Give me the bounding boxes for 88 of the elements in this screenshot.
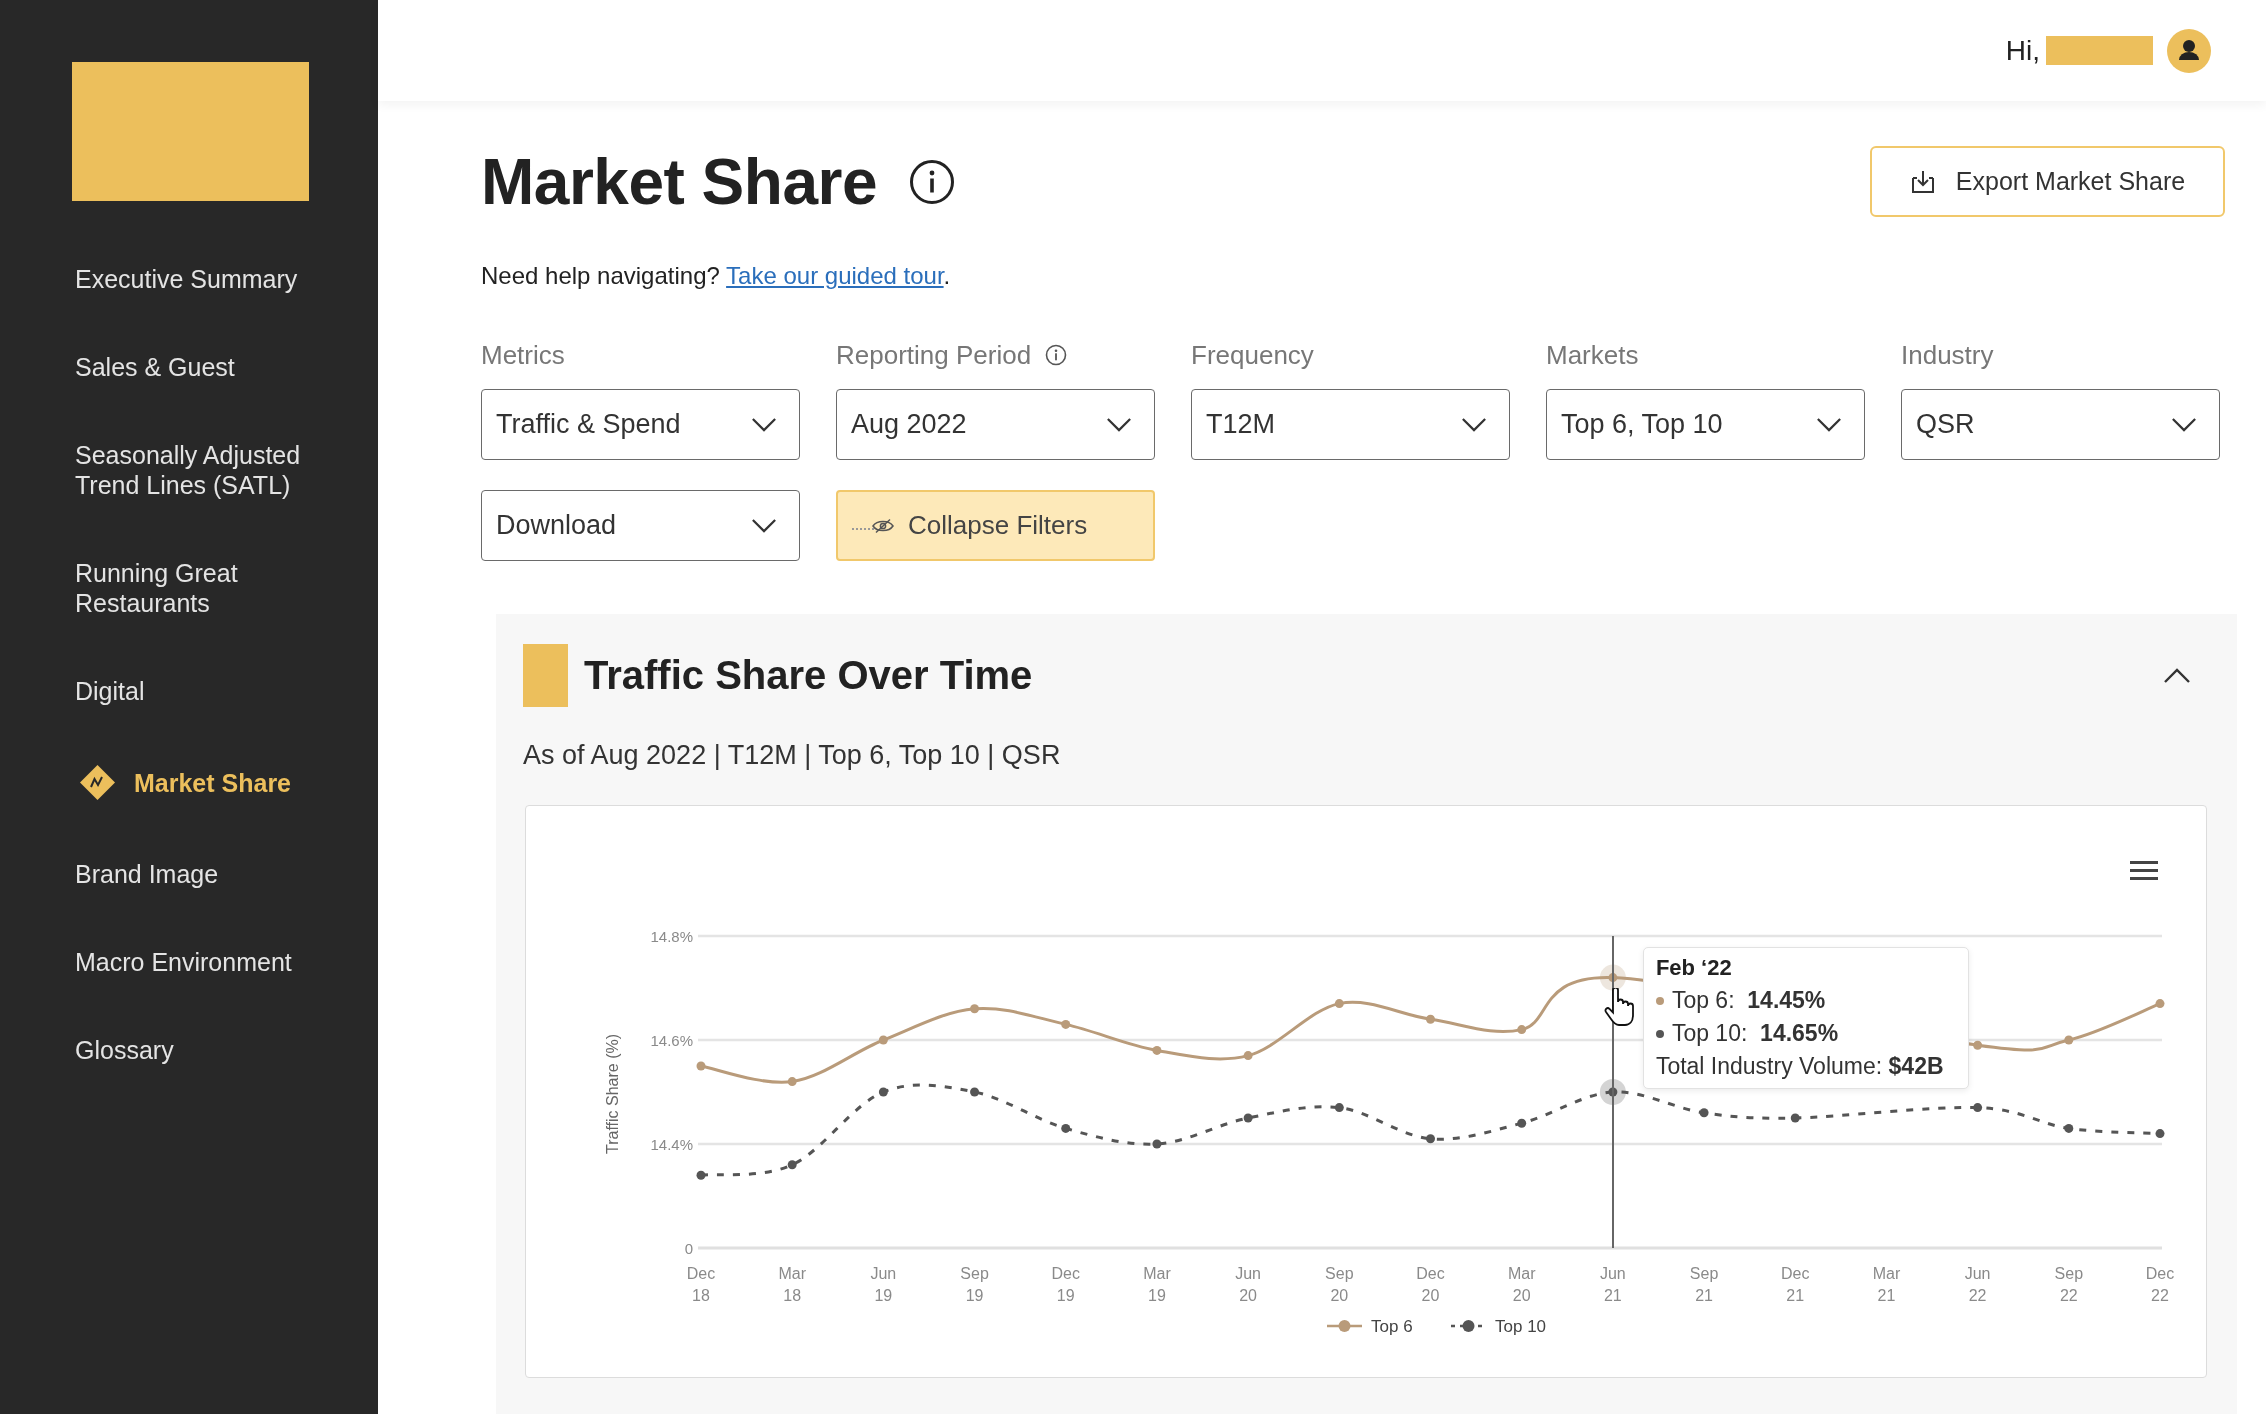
axis-tick-label: 14.6% [650,1031,693,1049]
hand-cursor-icon [1603,988,1635,1027]
axis-tick-label: Jun 21 [1600,1265,1626,1304]
tooltip-value: Top 6: 14.45% [1671,986,1826,1015]
axis-tick-label: Mar 19 [1143,1265,1171,1304]
axis-tick-label: Sep 19 [960,1265,989,1304]
axis-tick-label: Dec 20 [1416,1265,1445,1304]
data-point[interactable] [1243,1113,1253,1123]
axis-tick-label: Sep 20 [1325,1265,1354,1304]
data-point[interactable] [787,1160,797,1170]
diamond-chart-icon [79,764,116,801]
data-point[interactable] [1517,1118,1527,1128]
card-title: Traffic Share Over Time [584,653,1033,698]
nav-item[interactable]: Executive Summary [75,264,298,294]
nav-item[interactable]: Brand Image [75,859,219,889]
info-icon[interactable] [1045,344,1068,366]
accent-marker-icon [523,644,568,707]
chevron-down-icon [751,518,777,533]
menu-icon[interactable] [2130,861,2158,880]
legend-marker-icon [1327,1320,1362,1332]
dropdown[interactable]: QSR [1901,389,2220,460]
data-point[interactable] [1973,1103,1983,1113]
filter-label: Industry [1901,339,1994,371]
axis-tick-label: Dec 19 [1051,1265,1080,1304]
data-point[interactable] [1152,1139,1162,1149]
greeting-text: Hi, [2005,34,2040,67]
axis-tick-label: Dec 21 [1781,1265,1810,1304]
collapse-filters-button[interactable]: Collapse Filters [836,490,1155,561]
dropdown[interactable]: T12M [1191,389,1510,460]
guided-tour-link[interactable]: Take our guided tour [726,262,944,289]
data-point[interactable] [1426,1134,1435,1144]
data-point[interactable] [2155,1129,2165,1139]
download-icon [1909,168,1936,195]
nav-item[interactable]: Seasonally Adjusted Trend Lines (SATL) [75,440,337,500]
help-text: Need help navigating? Take our guided tour. [481,261,951,291]
axis-tick-label: Mar 21 [1872,1265,1901,1304]
nav-item[interactable]: Glossary [75,1035,174,1065]
axis-tick-label: 14.8% [650,927,693,945]
axis-break-label: 0 [684,1239,693,1257]
data-point[interactable] [878,1087,888,1097]
chevron-down-icon [1106,417,1132,432]
chevron-up-icon[interactable] [2163,667,2191,684]
nav-item[interactable]: Digital [75,676,145,706]
chevron-down-icon [1461,417,1487,432]
filter-label: Frequency [1191,339,1314,371]
dropdown[interactable]: Aug 2022 [836,389,1155,460]
axis-tick-label: Sep 22 [2054,1265,2084,1304]
nav-item[interactable]: Running Great Restaurants [75,558,337,618]
axis-tick-label: Jun 20 [1235,1265,1261,1304]
axis-tick-label: Mar 18 [778,1265,806,1304]
data-point[interactable] [1699,1108,1709,1118]
tooltip-value: Top 10: 14.65% [1671,1019,1839,1048]
card-subtitle: As of Aug 2022 | T12M | Top 6, Top 10 | QSR [523,739,1061,772]
data-point[interactable] [1061,1123,1071,1133]
nav-item[interactable]: Market Share [79,764,292,801]
legend-label[interactable]: Top 6 [1371,1316,1413,1336]
tooltip-title: Feb ‘22 [1655,954,1732,982]
nav-item[interactable]: Sales & Guest [75,352,235,382]
axis-tick-label: Dec 18 [686,1265,716,1304]
legend-label[interactable]: Top 10 [1495,1316,1547,1336]
info-icon[interactable] [908,158,955,205]
chevron-down-icon [2171,417,2197,432]
page-title: Market Share [481,144,877,219]
chevron-down-icon [751,417,777,432]
nav-item[interactable]: Macro Environment [75,947,292,977]
data-point[interactable] [696,1170,706,1180]
eye-slash-icon [872,517,894,534]
tooltip-total: Total Industry Volume: $42B [1655,1052,1944,1081]
data-point[interactable] [1334,1103,1344,1113]
avatar-icon[interactable] [2167,28,2211,73]
filter-label: Metrics [481,339,565,371]
axis-tick-label: Mar 20 [1507,1265,1536,1304]
axis-tick-label: Sep 21 [1689,1265,1719,1304]
export-button[interactable]: Export Market Share [1870,146,2225,217]
data-point[interactable] [1790,1113,1800,1123]
axis-tick-label: 14.4% [650,1135,693,1153]
data-point[interactable] [2064,1123,2074,1133]
chevron-down-icon [1816,417,1842,432]
axis-tick-label: Jun 22 [1964,1265,1991,1304]
dropdown[interactable]: Download [481,490,800,561]
axis-tick-label: Dec 22 [2145,1265,2175,1304]
filter-label: Markets [1546,339,1639,371]
axis-tick-label: Jun 19 [870,1265,897,1304]
axis-title: Traffic Share (%) [604,1034,621,1154]
filter-label: Reporting Period [836,339,1032,371]
data-point[interactable] [970,1087,980,1097]
dropdown[interactable]: Top 6, Top 10 [1546,389,1865,460]
dropdown[interactable]: Traffic & Spend [481,389,800,460]
